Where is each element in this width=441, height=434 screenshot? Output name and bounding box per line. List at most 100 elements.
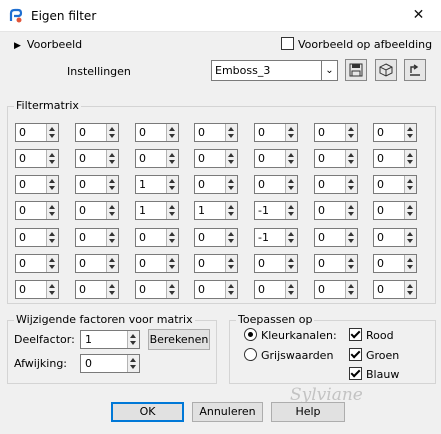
- stepper-arrows-icon[interactable]: [106, 255, 118, 272]
- stepper-arrows-icon[interactable]: [285, 229, 297, 246]
- matrix-cell[interactable]: 0: [15, 254, 59, 273]
- load-preset-button[interactable]: [375, 59, 397, 81]
- matrix-cell[interactable]: 0: [373, 149, 417, 168]
- red-checkbox[interactable]: Rood: [349, 328, 394, 342]
- stepper-arrows-icon[interactable]: [166, 150, 178, 167]
- stepper-arrows-icon[interactable]: [127, 355, 139, 372]
- green-checkbox[interactable]: Groen: [349, 348, 399, 362]
- stepper-arrows-icon[interactable]: [404, 124, 416, 141]
- chevron-down-icon[interactable]: ⌄: [321, 61, 337, 80]
- bias-stepper[interactable]: 0: [80, 354, 140, 373]
- blue-check-icon[interactable]: [349, 367, 362, 380]
- preview-on-image-box[interactable]: [281, 37, 294, 50]
- stepper-arrows-icon[interactable]: [345, 281, 357, 298]
- matrix-cell[interactable]: 0: [314, 201, 358, 220]
- blue-checkbox[interactable]: Blauw: [349, 367, 399, 381]
- stepper-arrows-icon[interactable]: [285, 150, 297, 167]
- matrix-cell[interactable]: 0: [75, 175, 119, 194]
- green-check-icon[interactable]: [349, 348, 362, 361]
- stepper-arrows-icon[interactable]: [46, 124, 58, 141]
- matrix-cell[interactable]: 0: [15, 280, 59, 299]
- stepper-arrows-icon[interactable]: [166, 255, 178, 272]
- stepper-arrows-icon[interactable]: [225, 124, 237, 141]
- stepper-arrows-icon[interactable]: [345, 176, 357, 193]
- matrix-cell[interactable]: 0: [75, 201, 119, 220]
- stepper-arrows-icon[interactable]: [46, 176, 58, 193]
- grayscale-radio-dot[interactable]: [244, 348, 257, 361]
- matrix-cell[interactable]: 0: [254, 149, 298, 168]
- matrix-cell[interactable]: 0: [135, 123, 179, 142]
- ok-button[interactable]: OK: [111, 402, 184, 422]
- stepper-arrows-icon[interactable]: [345, 229, 357, 246]
- stepper-arrows-icon[interactable]: [106, 229, 118, 246]
- help-button[interactable]: Help: [271, 402, 345, 422]
- stepper-arrows-icon[interactable]: [404, 281, 416, 298]
- stepper-arrows-icon[interactable]: [106, 124, 118, 141]
- matrix-cell[interactable]: 0: [15, 175, 59, 194]
- stepper-arrows-icon[interactable]: [345, 202, 357, 219]
- stepper-arrows-icon[interactable]: [127, 331, 139, 348]
- matrix-cell[interactable]: 0: [194, 149, 238, 168]
- matrix-cell[interactable]: 0: [254, 280, 298, 299]
- stepper-arrows-icon[interactable]: [225, 229, 237, 246]
- close-button[interactable]: ✕: [396, 0, 441, 31]
- matrix-cell[interactable]: 0: [75, 254, 119, 273]
- matrix-cell[interactable]: 1: [135, 201, 179, 220]
- matrix-cell[interactable]: 0: [254, 175, 298, 194]
- stepper-arrows-icon[interactable]: [106, 176, 118, 193]
- stepper-arrows-icon[interactable]: [345, 150, 357, 167]
- stepper-arrows-icon[interactable]: [46, 255, 58, 272]
- matrix-cell[interactable]: 0: [15, 123, 59, 142]
- matrix-cell[interactable]: 0: [373, 280, 417, 299]
- stepper-arrows-icon[interactable]: [404, 202, 416, 219]
- stepper-arrows-icon[interactable]: [106, 281, 118, 298]
- matrix-cell[interactable]: 0: [254, 254, 298, 273]
- matrix-cell[interactable]: 0: [314, 280, 358, 299]
- stepper-arrows-icon[interactable]: [345, 255, 357, 272]
- matrix-cell[interactable]: 0: [314, 123, 358, 142]
- matrix-cell[interactable]: 0: [373, 123, 417, 142]
- stepper-arrows-icon[interactable]: [46, 229, 58, 246]
- matrix-cell[interactable]: 0: [194, 254, 238, 273]
- matrix-cell[interactable]: 0: [373, 228, 417, 247]
- matrix-cell[interactable]: 0: [75, 123, 119, 142]
- matrix-cell[interactable]: 0: [194, 123, 238, 142]
- matrix-cell[interactable]: -1: [254, 228, 298, 247]
- stepper-arrows-icon[interactable]: [404, 255, 416, 272]
- matrix-cell[interactable]: 0: [373, 254, 417, 273]
- stepper-arrows-icon[interactable]: [166, 229, 178, 246]
- red-check-icon[interactable]: [349, 328, 362, 341]
- divisor-stepper[interactable]: 1: [80, 330, 140, 349]
- matrix-cell[interactable]: 0: [254, 123, 298, 142]
- stepper-arrows-icon[interactable]: [404, 150, 416, 167]
- matrix-cell[interactable]: 0: [314, 175, 358, 194]
- stepper-arrows-icon[interactable]: [166, 281, 178, 298]
- matrix-cell[interactable]: 0: [15, 228, 59, 247]
- matrix-cell[interactable]: 0: [194, 175, 238, 194]
- stepper-arrows-icon[interactable]: [404, 176, 416, 193]
- grayscale-radio[interactable]: Grijswaarden: [244, 348, 333, 362]
- color-channels-radio-dot[interactable]: [244, 328, 257, 341]
- matrix-cell[interactable]: 0: [314, 228, 358, 247]
- stepper-arrows-icon[interactable]: [46, 281, 58, 298]
- matrix-cell[interactable]: 0: [135, 228, 179, 247]
- stepper-arrows-icon[interactable]: [285, 124, 297, 141]
- matrix-cell[interactable]: 0: [314, 254, 358, 273]
- preset-combobox[interactable]: Emboss_3 ⌄: [211, 60, 338, 81]
- stepper-arrows-icon[interactable]: [225, 255, 237, 272]
- matrix-cell[interactable]: 0: [75, 149, 119, 168]
- stepper-arrows-icon[interactable]: [285, 255, 297, 272]
- stepper-arrows-icon[interactable]: [166, 124, 178, 141]
- stepper-arrows-icon[interactable]: [225, 150, 237, 167]
- matrix-cell[interactable]: 1: [194, 201, 238, 220]
- stepper-arrows-icon[interactable]: [285, 176, 297, 193]
- color-channels-radio[interactable]: Kleurkanalen:: [244, 328, 337, 342]
- save-preset-button[interactable]: [345, 59, 367, 81]
- stepper-arrows-icon[interactable]: [225, 202, 237, 219]
- preview-on-image-checkbox[interactable]: Voorbeeld op afbeelding: [281, 37, 432, 51]
- stepper-arrows-icon[interactable]: [106, 202, 118, 219]
- matrix-cell[interactable]: 0: [314, 149, 358, 168]
- matrix-cell[interactable]: 0: [135, 280, 179, 299]
- matrix-cell[interactable]: 0: [15, 201, 59, 220]
- stepper-arrows-icon[interactable]: [225, 281, 237, 298]
